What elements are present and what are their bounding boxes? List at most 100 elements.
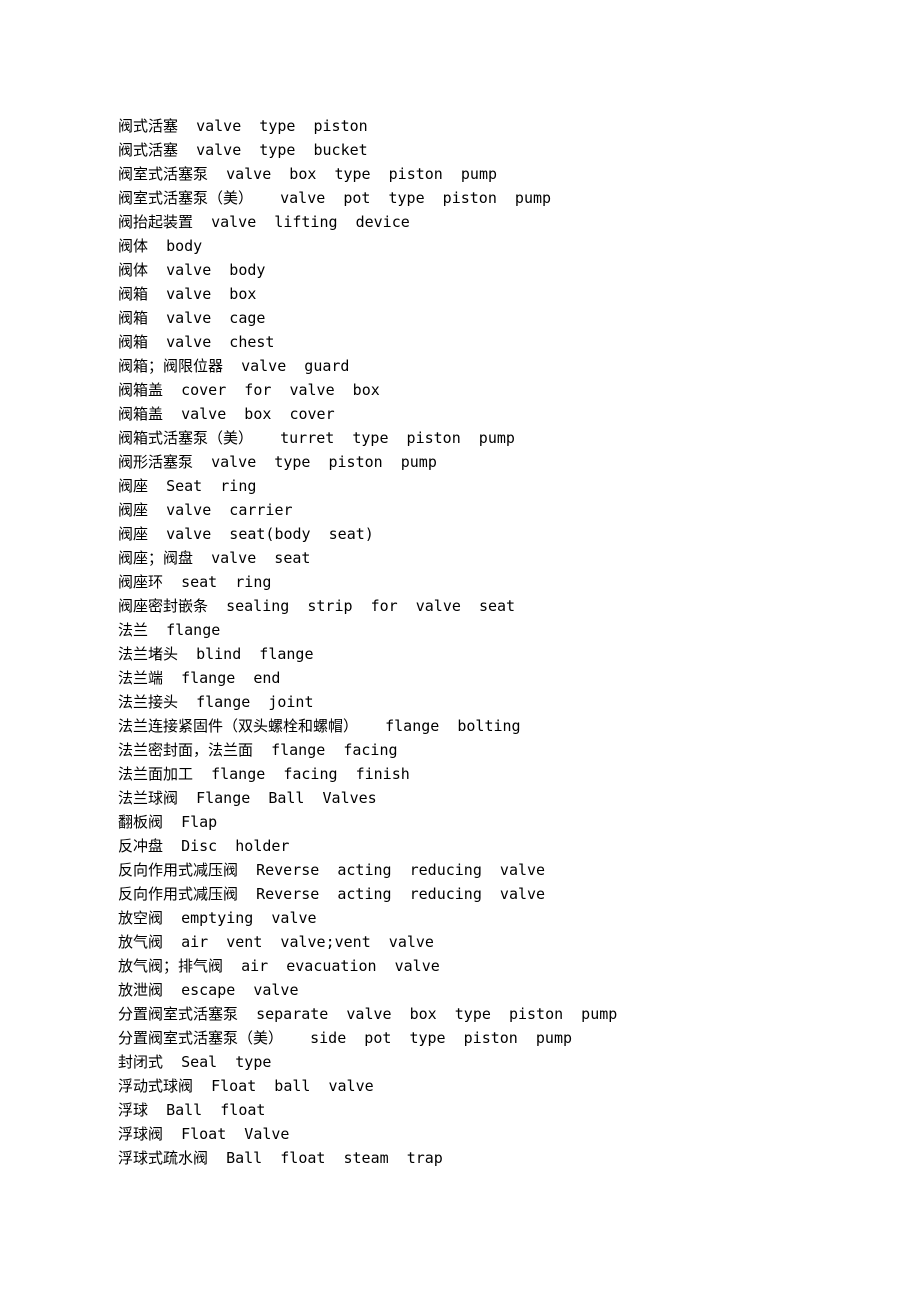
glossary-entry: 阀式活塞 valve type piston	[118, 114, 860, 138]
term-cn: 法兰	[118, 621, 148, 639]
glossary-list: 阀式活塞 valve type piston阀式活塞 valve type bu…	[118, 114, 860, 1170]
term-en: valve box	[166, 285, 256, 303]
term-cn: 法兰连接紧固件（双头螺栓和螺帽）	[118, 717, 358, 735]
term-cn: 法兰端	[118, 669, 163, 687]
glossary-entry: 阀座 valve carrier	[118, 498, 860, 522]
term-cn: 放气阀	[118, 933, 163, 951]
glossary-entry: 反向作用式减压阀 Reverse acting reducing valve	[118, 882, 860, 906]
term-cn: 阀体	[118, 261, 148, 279]
glossary-entry: 阀箱；阀限位器 valve guard	[118, 354, 860, 378]
term-cn: 阀箱盖	[118, 405, 163, 423]
glossary-entry: 法兰球阀 Flange Ball Valves	[118, 786, 860, 810]
term-en: valve body	[166, 261, 265, 279]
term-cn: 阀座环	[118, 573, 163, 591]
glossary-entry: 阀座 Seat ring	[118, 474, 860, 498]
term-en: valve type piston pump	[211, 453, 437, 471]
term-en: Disc holder	[181, 837, 289, 855]
glossary-entry: 翻板阀 Flap	[118, 810, 860, 834]
glossary-entry: 浮球式疏水阀 Ball float steam trap	[118, 1146, 860, 1170]
term-cn: 浮动式球阀	[118, 1077, 193, 1095]
term-cn: 分置阀室式活塞泵（美）	[118, 1029, 283, 1047]
term-cn: 法兰密封面，法兰面	[118, 741, 253, 759]
term-en: valve box cover	[181, 405, 335, 423]
term-cn: 法兰堵头	[118, 645, 178, 663]
glossary-entry: 阀座密封嵌条 sealing strip for valve seat	[118, 594, 860, 618]
term-cn: 阀座；阀盘	[118, 549, 193, 567]
term-en: valve pot type piston pump	[271, 189, 551, 207]
term-en: Flange Ball Valves	[196, 789, 377, 807]
glossary-entry: 阀箱式活塞泵（美） turret type piston pump	[118, 426, 860, 450]
term-en: sealing strip for valve seat	[226, 597, 515, 615]
term-cn: 阀箱；阀限位器	[118, 357, 223, 375]
term-cn: 阀箱	[118, 309, 148, 327]
term-cn: 阀座	[118, 477, 148, 495]
glossary-entry: 封闭式 Seal type	[118, 1050, 860, 1074]
term-en: Flap	[181, 813, 217, 831]
term-en: seat ring	[181, 573, 271, 591]
glossary-entry: 阀箱盖 cover for valve box	[118, 378, 860, 402]
term-en: air vent valve;vent valve	[181, 933, 434, 951]
glossary-entry: 放泄阀 escape valve	[118, 978, 860, 1002]
glossary-entry: 阀箱盖 valve box cover	[118, 402, 860, 426]
term-cn: 放空阀	[118, 909, 163, 927]
glossary-entry: 阀箱 valve cage	[118, 306, 860, 330]
term-cn: 阀式活塞	[118, 141, 178, 159]
glossary-entry: 法兰堵头 blind flange	[118, 642, 860, 666]
term-cn: 反冲盘	[118, 837, 163, 855]
term-cn: 阀形活塞泵	[118, 453, 193, 471]
glossary-entry: 放气阀 air vent valve;vent valve	[118, 930, 860, 954]
term-en: valve cage	[166, 309, 265, 327]
term-en: cover for valve box	[181, 381, 380, 399]
glossary-entry: 法兰端 flange end	[118, 666, 860, 690]
glossary-entry: 浮球 Ball float	[118, 1098, 860, 1122]
term-en: valve seat(body seat)	[166, 525, 374, 543]
glossary-entry: 阀座 valve seat(body seat)	[118, 522, 860, 546]
glossary-entry: 法兰连接紧固件（双头螺栓和螺帽） flange bolting	[118, 714, 860, 738]
glossary-entry: 阀座；阀盘 valve seat	[118, 546, 860, 570]
term-en: valve seat	[211, 549, 310, 567]
term-en: valve type piston	[196, 117, 368, 135]
term-en: flange	[166, 621, 220, 639]
term-cn: 阀式活塞	[118, 117, 178, 135]
glossary-entry: 阀形活塞泵 valve type piston pump	[118, 450, 860, 474]
term-en: turret type piston pump	[271, 429, 515, 447]
glossary-entry: 阀室式活塞泵 valve box type piston pump	[118, 162, 860, 186]
glossary-entry: 放空阀 emptying valve	[118, 906, 860, 930]
term-cn: 法兰球阀	[118, 789, 178, 807]
term-cn: 阀箱式活塞泵（美）	[118, 429, 253, 447]
glossary-entry: 阀式活塞 valve type bucket	[118, 138, 860, 162]
term-en: Reverse acting reducing valve	[256, 885, 545, 903]
term-en: Float Valve	[181, 1125, 289, 1143]
term-en: Float ball valve	[211, 1077, 374, 1095]
term-en: valve type bucket	[196, 141, 368, 159]
term-cn: 放泄阀	[118, 981, 163, 999]
term-cn: 反向作用式减压阀	[118, 861, 238, 879]
term-cn: 阀座	[118, 501, 148, 519]
glossary-entry: 阀室式活塞泵（美） valve pot type piston pump	[118, 186, 860, 210]
term-cn: 阀座	[118, 525, 148, 543]
term-en: side pot type piston pump	[301, 1029, 572, 1047]
term-en: flange facing finish	[211, 765, 410, 783]
glossary-entry: 反冲盘 Disc holder	[118, 834, 860, 858]
term-cn: 阀箱	[118, 285, 148, 303]
glossary-entry: 法兰面加工 flange facing finish	[118, 762, 860, 786]
term-en: valve guard	[241, 357, 349, 375]
term-en: flange facing	[271, 741, 397, 759]
term-cn: 封闭式	[118, 1053, 163, 1071]
glossary-entry: 阀箱 valve chest	[118, 330, 860, 354]
term-en: Ball float	[166, 1101, 265, 1119]
term-en: Seal type	[181, 1053, 271, 1071]
term-cn: 阀箱	[118, 333, 148, 351]
term-en: valve carrier	[166, 501, 292, 519]
glossary-entry: 阀体 body	[118, 234, 860, 258]
term-en: body	[166, 237, 202, 255]
term-cn: 反向作用式减压阀	[118, 885, 238, 903]
document-page: 阀式活塞 valve type piston阀式活塞 valve type bu…	[0, 0, 920, 1302]
term-en: flange joint	[196, 693, 313, 711]
glossary-entry: 放气阀；排气阀 air evacuation valve	[118, 954, 860, 978]
term-cn: 翻板阀	[118, 813, 163, 831]
term-en: Seat ring	[166, 477, 256, 495]
glossary-entry: 法兰 flange	[118, 618, 860, 642]
glossary-entry: 浮球阀 Float Valve	[118, 1122, 860, 1146]
term-cn: 放气阀；排气阀	[118, 957, 223, 975]
